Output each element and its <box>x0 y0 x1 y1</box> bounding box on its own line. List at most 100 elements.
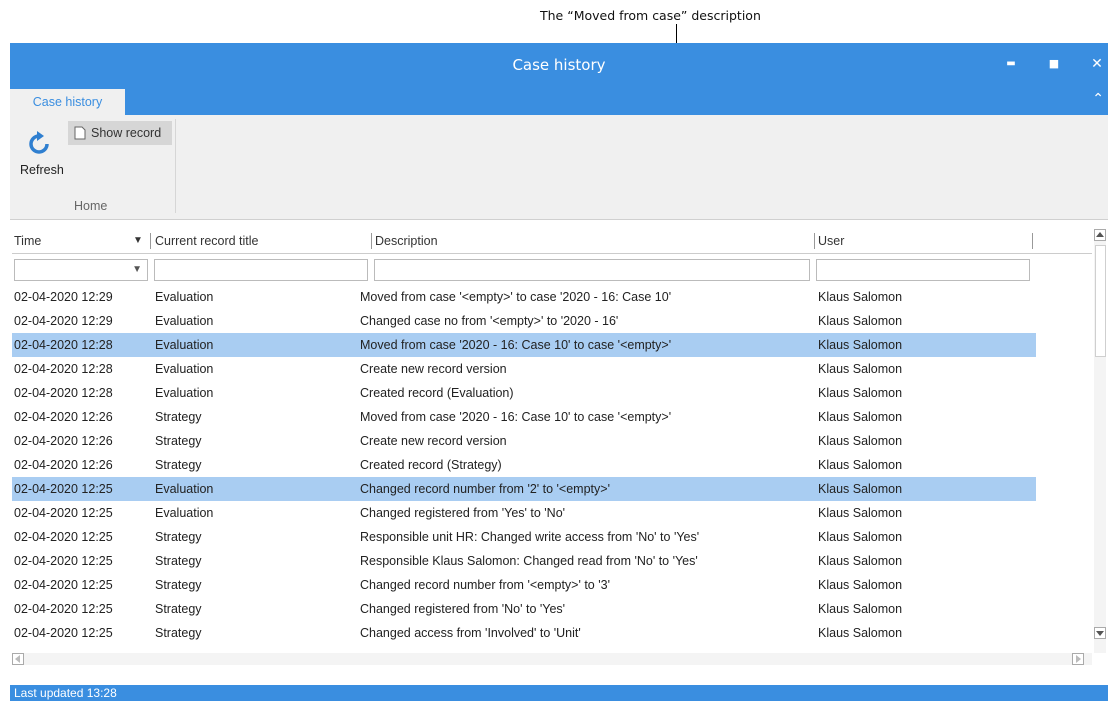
cell-description: Changed record number from '2' to '<empt… <box>360 482 610 496</box>
table-row[interactable]: 02-04-2020 12:26 Strategy Created record (… <box>12 453 1036 477</box>
cell-description: Responsible Klaus Salomon: Changed read … <box>360 554 698 568</box>
cell-user: Klaus Salomon <box>818 410 903 424</box>
cell-time: 02-04-2020 12:28 <box>14 386 113 400</box>
cell-user: Klaus Salomon <box>818 314 903 328</box>
cell-time: 02-04-2020 12:25 <box>14 602 113 616</box>
ribbon-group-separator <box>175 119 176 213</box>
cell-description: Changed registered from 'No' to 'Yes' <box>360 602 566 616</box>
maximize-button[interactable]: ■ <box>1043 53 1065 75</box>
show-record-label: Show record <box>91 126 162 140</box>
cell-time: 02-04-2020 12:25 <box>14 506 113 520</box>
vertical-scrollbar[interactable] <box>1094 229 1106 653</box>
cell-description: Changed case no from '<empty>' to '2020 … <box>360 314 619 328</box>
cell-record-title: Strategy <box>155 626 202 640</box>
tab-case-history[interactable]: Case history <box>10 89 125 115</box>
cell-description: Create new record version <box>360 362 507 376</box>
cell-time: 02-04-2020 12:29 <box>14 314 113 328</box>
horizontal-scrollbar[interactable] <box>12 653 1092 665</box>
table-row[interactable]: 02-04-2020 12:28 Evaluation Create new rec… <box>12 357 1036 381</box>
scrollbar-thumb[interactable] <box>1095 245 1106 357</box>
description-filter-input[interactable] <box>374 259 810 281</box>
table-row[interactable]: 02-04-2020 12:25 Evaluation Changed regist… <box>12 501 1036 525</box>
column-header-description[interactable]: Description <box>375 234 438 248</box>
collapse-ribbon-icon[interactable]: ⌃ <box>1092 91 1104 107</box>
table-row[interactable]: 02-04-2020 12:25 Strategy Responsible Klau… <box>12 549 1036 573</box>
cell-time: 02-04-2020 12:26 <box>14 410 113 424</box>
cell-time: 02-04-2020 12:25 <box>14 530 113 544</box>
cell-user: Klaus Salomon <box>818 626 903 640</box>
cell-time: 02-04-2020 12:25 <box>14 482 113 496</box>
table-row[interactable]: 02-04-2020 12:29 Evaluation Changed case n… <box>12 309 1036 333</box>
minimize-button[interactable]: ▬ <box>1000 53 1022 75</box>
column-separator[interactable] <box>371 233 372 249</box>
column-separator[interactable] <box>1032 233 1033 249</box>
cell-record-title: Strategy <box>155 530 202 544</box>
cell-description: Responsible unit HR: Changed write acces… <box>360 530 700 544</box>
cell-description: Moved from case '<empty>' to case '2020 … <box>360 290 672 304</box>
cell-record-title: Strategy <box>155 458 202 472</box>
cell-user: Klaus Salomon <box>818 578 903 592</box>
cell-description: Changed record number from '<empty>' to … <box>360 578 610 592</box>
cell-time: 02-04-2020 12:25 <box>14 626 113 640</box>
sort-descending-icon[interactable]: ▼ <box>133 235 143 246</box>
cell-description: Moved from case '2020 - 16: Case 10' to … <box>360 410 672 424</box>
cell-record-title: Evaluation <box>155 362 214 376</box>
column-separator[interactable] <box>150 233 151 249</box>
table-row[interactable]: 02-04-2020 12:26 Strategy Create new recor… <box>12 429 1036 453</box>
cell-user: Klaus Salomon <box>818 554 903 568</box>
scroll-left-icon[interactable] <box>12 653 24 665</box>
cell-user: Klaus Salomon <box>818 386 903 400</box>
table-row[interactable]: 02-04-2020 12:25 Strategy Changed record n… <box>12 573 1036 597</box>
cell-description: Created record (Evaluation) <box>360 386 514 400</box>
cell-user: Klaus Salomon <box>818 602 903 616</box>
show-record-button[interactable]: Show record <box>68 121 172 145</box>
cell-record-title: Strategy <box>155 554 202 568</box>
cell-record-title: Evaluation <box>155 386 214 400</box>
title-bar: Case history ▬ ■ ✕ <box>10 43 1108 87</box>
column-separator[interactable] <box>814 233 815 249</box>
cell-record-title: Evaluation <box>155 290 214 304</box>
refresh-button[interactable]: Refresh <box>14 125 64 181</box>
table-row[interactable]: 02-04-2020 12:25 Evaluation Changed record… <box>12 477 1036 501</box>
user-filter-input[interactable] <box>816 259 1030 281</box>
ribbon: Refresh Show record Home <box>10 115 1108 220</box>
cell-user: Klaus Salomon <box>818 362 903 376</box>
column-header-time[interactable]: Time <box>14 234 41 248</box>
table-row[interactable]: 02-04-2020 12:29 Evaluation Moved from cas… <box>12 285 1036 309</box>
table-row[interactable]: 02-04-2020 12:25 Strategy Changed register… <box>12 597 1036 621</box>
column-header-user[interactable]: User <box>818 234 844 248</box>
table-row[interactable]: 02-04-2020 12:25 Strategy Responsible unit… <box>12 525 1036 549</box>
refresh-icon <box>29 131 49 154</box>
refresh-label: Refresh <box>20 163 64 177</box>
window-title: Case history <box>512 56 606 74</box>
title-filter-input[interactable] <box>154 259 368 281</box>
table-row[interactable]: 02-04-2020 12:28 Evaluation Moved from cas… <box>12 333 1036 357</box>
cell-record-title: Evaluation <box>155 314 214 328</box>
table-row[interactable]: 02-04-2020 12:28 Evaluation Created record… <box>12 381 1036 405</box>
cell-time: 02-04-2020 12:26 <box>14 434 113 448</box>
table-row[interactable]: 02-04-2020 12:25 Strategy Changed access f… <box>12 621 1036 645</box>
cell-description: Changed registered from 'Yes' to 'No' <box>360 506 566 520</box>
cell-record-title: Evaluation <box>155 506 214 520</box>
scroll-down-icon[interactable] <box>1094 627 1106 639</box>
cell-record-title: Strategy <box>155 578 202 592</box>
ribbon-tab-row: Case history ⌃ <box>10 87 1108 115</box>
document-icon <box>74 126 86 140</box>
time-filter-dropdown[interactable]: ▼ <box>14 259 148 281</box>
cell-description: Changed access from 'Involved' to 'Unit' <box>360 626 581 640</box>
cell-record-title: Evaluation <box>155 338 214 352</box>
cell-user: Klaus Salomon <box>818 338 903 352</box>
table-row[interactable]: 02-04-2020 12:26 Strategy Moved from case … <box>12 405 1036 429</box>
scroll-right-icon[interactable] <box>1072 653 1084 665</box>
cell-record-title: Strategy <box>155 410 202 424</box>
scroll-up-icon[interactable] <box>1094 229 1106 241</box>
close-button[interactable]: ✕ <box>1086 53 1108 75</box>
grid-header: Time ▼ Current record title Description … <box>12 229 1092 253</box>
cell-record-title: Strategy <box>155 602 202 616</box>
column-header-current-record-title[interactable]: Current record title <box>155 234 259 248</box>
cell-description: Create new record version <box>360 434 507 448</box>
history-grid: Time ▼ Current record title Description … <box>12 229 1092 653</box>
ribbon-group-label: Home <box>74 199 108 213</box>
cell-time: 02-04-2020 12:28 <box>14 362 113 376</box>
case-history-window: Case history ▬ ■ ✕ Case history ⌃ Refres… <box>10 43 1108 701</box>
